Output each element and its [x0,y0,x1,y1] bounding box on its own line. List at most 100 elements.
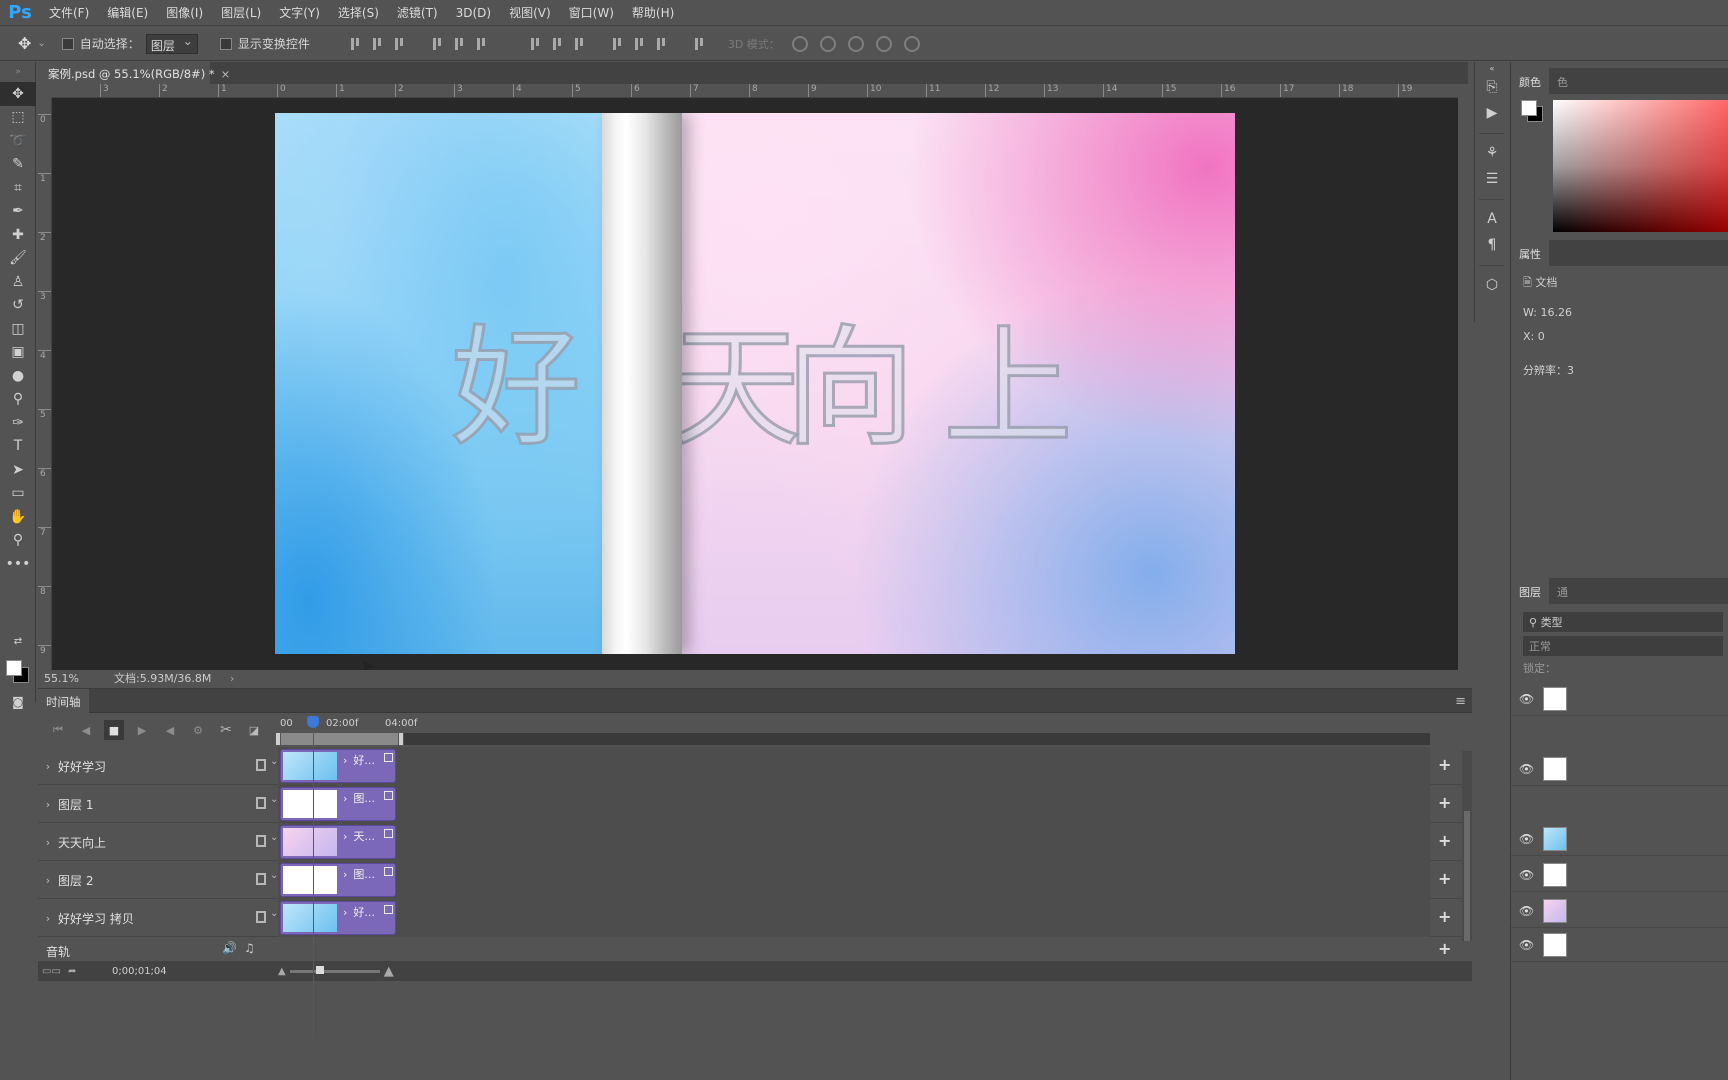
video-clip[interactable]: › 好... [280,749,396,783]
character-panel-icon[interactable]: A [1475,206,1509,232]
adjustments-panel-icon[interactable]: ☰ [1475,166,1509,192]
layer-visibility-eye-icon[interactable]: 👁 [1519,904,1534,918]
horizontal-ruler[interactable]: 3 2 1 0 1 2 3 4 5 6 7 8 9 10 11 12 13 14 15 16 17 18 19 [52,84,1458,98]
audio-volume-icon[interactable]: 🔊 [222,941,237,955]
paragraph-panel-icon[interactable]: ¶ [1475,232,1509,258]
auto-align-icon[interactable] [692,36,708,52]
video-clip[interactable]: › 图... [280,787,396,821]
video-clip[interactable]: › 图... [280,863,396,897]
work-area-end-handle[interactable] [398,732,404,746]
clip-chevron-icon[interactable]: › [343,868,347,881]
clip-menu-icon[interactable] [384,753,393,762]
add-media-button[interactable]: + [1438,869,1451,888]
previous-frame-icon[interactable]: ◀ [72,724,100,737]
menu-view[interactable]: 视图(V) [500,0,560,26]
swap-colors-icon[interactable]: ⇄ [0,630,36,654]
layer-row[interactable]: 👁 [1511,858,1728,892]
layer-row[interactable]: 👁 [1511,894,1728,928]
history-brush-tool-icon[interactable]: ↺ [0,294,36,318]
track-lane[interactable]: › 天... [278,823,1430,861]
menu-3d[interactable]: 3D(D) [447,0,500,26]
track-header[interactable]: › 好好学习 [38,747,279,785]
track-expand-chevron-icon[interactable]: › [38,912,58,925]
current-timecode[interactable]: 0;00;01;04 [108,966,278,977]
zoom-in-timeline-icon[interactable]: ▲ [384,964,394,979]
show-transform-checkbox[interactable] [219,37,232,50]
video-clip[interactable]: › 好... [280,901,396,935]
layer-visibility-eye-icon[interactable]: 👁 [1519,938,1534,952]
timeline-zoom-slider[interactable] [289,965,380,974]
blur-tool-icon[interactable]: ● [0,364,36,388]
brush-settings-icon[interactable]: ⚘ [1475,140,1509,166]
add-media-button[interactable]: + [1438,793,1451,812]
auto-select-dropdown[interactable]: 图层 [145,33,198,54]
canvas-area[interactable]: 好 天 向 上 ➤ [52,98,1458,677]
track-header[interactable]: › 天天向上 [38,823,279,861]
track-expand-chevron-icon[interactable]: › [38,836,58,849]
channels-tab[interactable]: 通 [1549,578,1576,604]
rectangle-tool-icon[interactable]: ▭ [0,482,36,506]
layer-filter-dropdown[interactable]: ⚲ 类型 [1523,612,1723,632]
align-top-icon[interactable] [348,36,364,52]
move-tool-icon[interactable]: ✥ [0,82,36,106]
layer-row[interactable]: 👁 [1511,752,1728,786]
clip-chevron-icon[interactable]: › [343,830,347,843]
align-bottom-icon[interactable] [392,36,408,52]
align-left-icon[interactable] [430,36,446,52]
dodge-tool-icon[interactable]: ⚲ [0,388,36,412]
menu-help[interactable]: 帮助(H) [623,0,683,26]
3d-slide-icon[interactable] [875,35,892,52]
clip-menu-icon[interactable] [384,905,393,914]
actions-panel-icon[interactable]: ▶ [1475,100,1509,126]
playback-settings-icon[interactable]: ⚙ [184,724,212,737]
zoom-level[interactable]: 55.1% [38,672,98,685]
quick-select-tool-icon[interactable]: ✎ [0,153,36,177]
3d-roll-icon[interactable] [819,35,836,52]
track-expand-chevron-icon[interactable]: › [38,760,58,773]
move-tool-icon[interactable]: ✥ [18,34,31,53]
menu-select[interactable]: 选择(S) [329,0,388,26]
track-filmstrip-icon[interactable] [256,794,278,809]
color-tab[interactable]: 颜色 [1511,68,1549,94]
crop-tool-icon[interactable]: ⌗ [0,176,36,200]
track-header[interactable]: › 好好学习 拷贝 [38,899,279,937]
menu-file[interactable]: 文件(F) [40,0,98,26]
add-media-button[interactable]: + [1438,907,1451,926]
layer-visibility-eye-icon[interactable]: 👁 [1519,762,1534,776]
eraser-tool-icon[interactable]: ◫ [0,317,36,341]
convert-frame-icon[interactable]: ▭▭ [38,966,68,977]
type-tool-icon[interactable]: T [0,435,36,459]
playhead-handle[interactable] [307,716,319,728]
track-filmstrip-icon[interactable] [256,870,278,885]
brush-tool-icon[interactable]: 🖌 [0,247,36,271]
clip-chevron-icon[interactable]: › [343,792,347,805]
marquee-tool-icon[interactable]: ⬚ [0,106,36,130]
align-hcenter-icon[interactable] [452,36,468,52]
menu-type[interactable]: 文字(Y) [270,0,329,26]
clip-menu-icon[interactable] [384,791,393,800]
menu-filter[interactable]: 滤镜(T) [388,0,447,26]
pen-tool-icon[interactable]: ✑ [0,411,36,435]
clip-menu-icon[interactable] [384,829,393,838]
work-area-bar[interactable] [275,732,1430,746]
distribute-hcenter-icon[interactable] [632,36,648,52]
timeline-vertical-scrollbar[interactable] [1462,751,1472,941]
clip-chevron-icon[interactable]: › [343,754,347,767]
track-expand-chevron-icon[interactable]: › [38,874,58,887]
track-filmstrip-icon[interactable] [256,832,278,847]
stop-button[interactable]: ■ [104,720,124,740]
align-vcenter-icon[interactable] [370,36,386,52]
history-panel-icon[interactable]: ⎘ [1475,74,1509,100]
layer-row[interactable]: 👁 [1511,928,1728,962]
menu-layer[interactable]: 图层(L) [212,0,270,26]
playhead-line[interactable] [313,729,314,1039]
document-tab[interactable]: 案例.psd @ 55.1%(RGB/8#) * × [38,62,230,84]
track-header[interactable]: › 图层 1 [38,785,279,823]
clone-stamp-tool-icon[interactable]: ♙ [0,270,36,294]
distribute-top-icon[interactable] [528,36,544,52]
layer-visibility-eye-icon[interactable]: 👁 [1519,692,1534,706]
audio-mute-icon[interactable]: ◀ [156,724,184,737]
distribute-bottom-icon[interactable] [572,36,588,52]
hand-tool-icon[interactable]: ✋ [0,505,36,529]
split-at-playhead-icon[interactable]: ✂ [212,722,240,738]
